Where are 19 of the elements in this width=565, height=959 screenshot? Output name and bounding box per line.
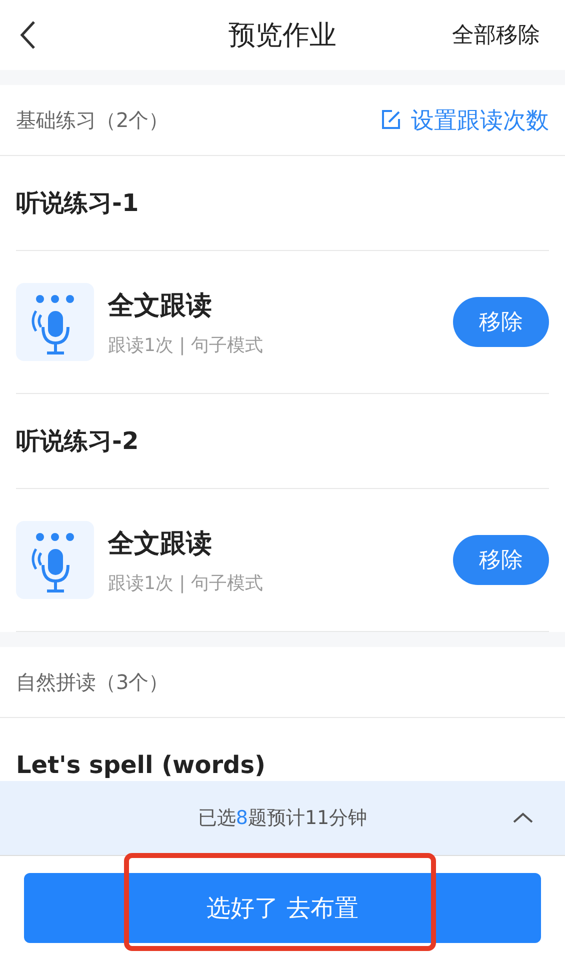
- remove-button[interactable]: 移除: [453, 535, 549, 585]
- remove-all-button[interactable]: 全部移除: [452, 20, 540, 50]
- item-settings: 跟读1次 | 句子模式: [108, 334, 264, 356]
- item-name: 全文跟读: [108, 290, 213, 322]
- item-name: 全文跟读: [108, 528, 213, 560]
- microphone-icon: [16, 283, 94, 361]
- exercise-title: 听说练习-1: [16, 156, 549, 251]
- selection-summary: 已选8题预计11分钟: [198, 806, 368, 831]
- set-repeat-button[interactable]: 设置跟读次数: [379, 104, 549, 136]
- page-title: 预览作业: [228, 19, 336, 53]
- item-settings: 跟读1次 | 句子模式: [108, 572, 264, 594]
- microphone-icon: [16, 521, 94, 599]
- exercise-title: 听说练习-2: [16, 394, 549, 489]
- assign-button[interactable]: 选好了 去布置: [24, 872, 541, 942]
- back-icon: [18, 20, 38, 50]
- section-title: 基础练习（2个）: [16, 106, 169, 134]
- edit-icon: [379, 108, 403, 132]
- remove-button[interactable]: 移除: [453, 297, 549, 347]
- section-title: 自然拼读（3个）: [16, 668, 169, 696]
